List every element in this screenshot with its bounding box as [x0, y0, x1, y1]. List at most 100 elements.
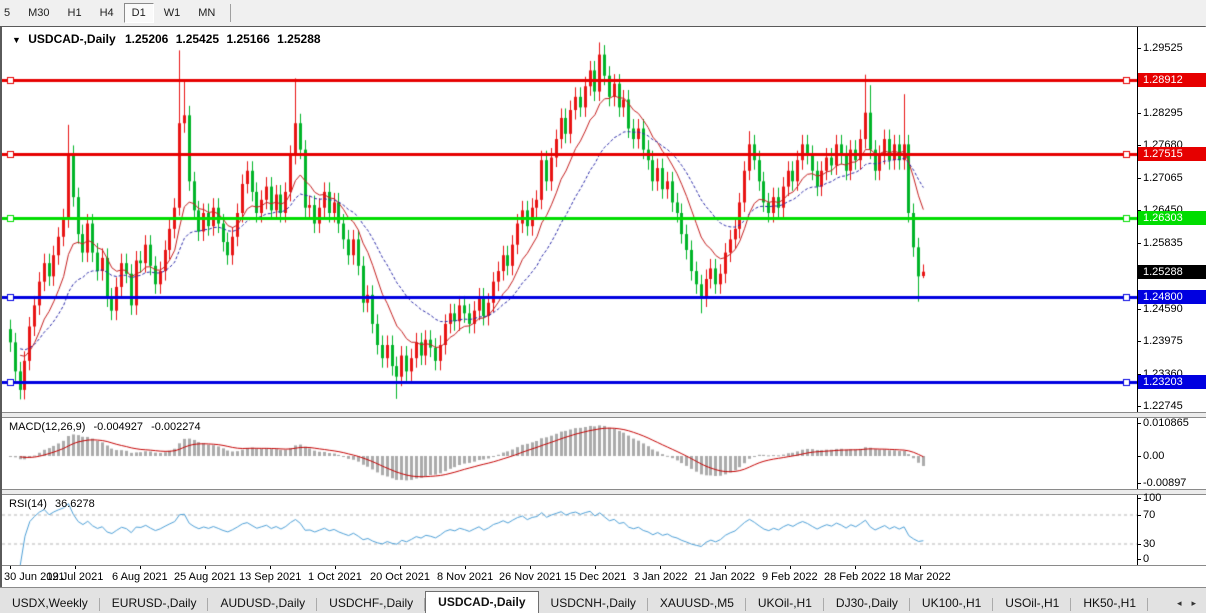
rsi-tick-label: 100	[1143, 492, 1162, 504]
date-tick	[855, 566, 856, 569]
rsi-tick	[1137, 544, 1141, 545]
price-level-badge: 1.24800	[1138, 290, 1206, 305]
price-tick-label: 1.29525	[1143, 42, 1183, 54]
rsi-tick-label: 0	[1143, 553, 1150, 565]
date-label: 26 Nov 2021	[499, 571, 562, 583]
timeframe-button-m30[interactable]: M30	[20, 3, 57, 23]
ohlc-open: 1.25206	[124, 32, 169, 46]
chart-tab-dj30-daily[interactable]: DJ30-,Daily	[824, 593, 910, 613]
chart-tab-uk100-h1[interactable]: UK100-,H1	[910, 593, 994, 613]
date-label: 8 Nov 2021	[437, 571, 494, 583]
price-level-badge: 1.27515	[1138, 147, 1206, 162]
timeframe-button-mn[interactable]: MN	[190, 3, 223, 23]
date-tick	[140, 566, 141, 569]
date-tick	[10, 566, 11, 569]
date-label: 25 Aug 2021	[174, 571, 236, 583]
macd-label: MACD(12,26,9)	[9, 421, 86, 433]
chart-tab-usdcnh-daily[interactable]: USDCNH-,Daily	[539, 593, 648, 613]
price-tick-label: 1.22745	[1143, 399, 1183, 412]
date-tick	[465, 566, 466, 569]
ohlc-close: 1.25288	[277, 32, 321, 46]
macd-tick-label: -0.00897	[1143, 477, 1187, 490]
price-level-badge: 1.25288	[1138, 264, 1206, 279]
price-level-badge: 1.26303	[1138, 211, 1206, 226]
macd-pane[interactable]: 0.010865 0.00 -0.00897 MACD(12,26,9) -0.00…	[2, 417, 1206, 490]
price-tick	[1137, 177, 1141, 179]
date-tick	[920, 566, 921, 569]
chart-symbol-label: USDCAD-,Daily	[28, 32, 116, 46]
rsi-canvas[interactable]	[2, 495, 1137, 565]
chart-tab-usdcad-daily[interactable]: USDCAD-,Daily	[425, 591, 539, 613]
date-label: 3 Jan 2022	[633, 571, 688, 583]
price-tick	[1137, 48, 1141, 49]
chart-tab-bar: USDX,Weekly EURUSD-,Daily AUDUSD-,Daily USD…	[0, 587, 1206, 613]
ohlc-low: 1.25166	[226, 32, 270, 46]
date-tick	[595, 566, 596, 569]
date-label: 18 Mar 2022	[889, 571, 951, 583]
mt4-window: 5M30H1H4D1W1MN 1.295251.289101.282951.27…	[0, 0, 1206, 613]
rsi-label: RSI(14)	[9, 498, 47, 510]
price-tick	[1137, 112, 1141, 114]
chart-info-line: ▼ USDCAD-,Daily 1.25206 1.25425 1.25166 …	[12, 32, 321, 46]
date-tick	[660, 566, 661, 569]
timeframe-button-h4[interactable]: H4	[92, 3, 122, 23]
date-label: 15 Dec 2021	[564, 571, 627, 583]
macd-signal-value: -0.002274	[151, 421, 201, 433]
macd-tick	[1137, 483, 1141, 485]
chart-tab-audusd-daily[interactable]: AUDUSD-,Daily	[208, 593, 318, 613]
date-tick	[725, 566, 726, 569]
chart-window: 1.295251.289101.282951.276801.270651.264…	[0, 26, 1206, 589]
macd-tick	[1137, 423, 1141, 424]
ohlc-high: 1.25425	[175, 32, 220, 46]
chart-tab-usdx-weekly[interactable]: USDX,Weekly	[0, 593, 100, 613]
date-tick	[335, 566, 336, 569]
price-tick-label: 1.28295	[1143, 106, 1183, 119]
timeframe-button-h1[interactable]: H1	[60, 3, 90, 23]
date-tick	[400, 566, 401, 569]
macd-tick-label: 0.00	[1143, 450, 1165, 462]
macd-tick	[1137, 456, 1141, 457]
date-tick	[205, 566, 206, 569]
rsi-tick-label: 70	[1143, 509, 1156, 521]
date-tick	[270, 566, 271, 569]
date-label: 20 Oct 2021	[370, 571, 430, 583]
rsi-tick	[1137, 515, 1141, 516]
timeframe-button-5[interactable]: 5	[0, 3, 18, 23]
price-pane[interactable]: 1.295251.289101.282951.276801.270651.264…	[2, 27, 1206, 412]
price-tick	[1137, 405, 1141, 407]
chart-tab-xauusd-m5[interactable]: XAUUSD-,M5	[648, 593, 746, 613]
rsi-tick-label: 30	[1143, 538, 1156, 550]
macd-main-value: -0.004927	[93, 421, 144, 433]
chart-tab-hk50-h1[interactable]: HK50-,H1	[1071, 593, 1148, 613]
rsi-axis-line	[1137, 495, 1138, 565]
date-label: 21 Jan 2022	[694, 571, 756, 583]
timeframe-button-d1[interactable]: D1	[123, 3, 154, 23]
chart-menu-icon[interactable]: ▼	[12, 35, 21, 45]
date-label: 6 Aug 2021	[112, 571, 168, 583]
timeframe-toolbar: 5 M30 H1 H4 D1 W1 MN	[0, 0, 1206, 27]
macd-axis-line	[1137, 418, 1138, 489]
date-label: 13 Sep 2021	[239, 571, 302, 583]
tab-scroll-right-icon[interactable]: ▸	[1191, 598, 1196, 609]
date-tick	[790, 566, 791, 569]
price-tick-label: 1.23975	[1143, 335, 1183, 348]
rsi-tick	[1137, 498, 1141, 499]
price-tick	[1137, 242, 1141, 244]
rsi-pane[interactable]: 100 70 30 0 RSI(14) 36.6278	[2, 492, 1206, 565]
price-level-badge: 1.23203	[1138, 374, 1206, 389]
price-chart-canvas[interactable]	[2, 27, 1137, 412]
tab-scroll-left-icon[interactable]: ◂	[1177, 598, 1182, 609]
chart-tab-eurusd-daily[interactable]: EURUSD-,Daily	[100, 593, 209, 613]
chart-tab-ukoil-h1[interactable]: UKOil-,H1	[746, 593, 824, 613]
rsi-value: 36.6278	[54, 498, 95, 510]
chart-tab-usoil-h1[interactable]: USOil-,H1	[993, 593, 1072, 613]
timeframe-button-w1[interactable]: W1	[156, 3, 189, 23]
date-axis[interactable]: 30 Jun 2021 19 Jul 2021 6 Aug 2021 25 Aug 2…	[2, 565, 1206, 589]
date-tick	[75, 566, 76, 569]
date-label: 1 Oct 2021	[308, 571, 362, 583]
price-tick-label: 1.25835	[1143, 236, 1183, 249]
price-level-badge: 1.28912	[1138, 73, 1206, 88]
date-label: 9 Feb 2022	[762, 571, 818, 583]
chart-tab-usdchf-daily[interactable]: USDCHF-,Daily	[317, 593, 426, 613]
date-label: 19 Jul 2021	[46, 571, 104, 583]
